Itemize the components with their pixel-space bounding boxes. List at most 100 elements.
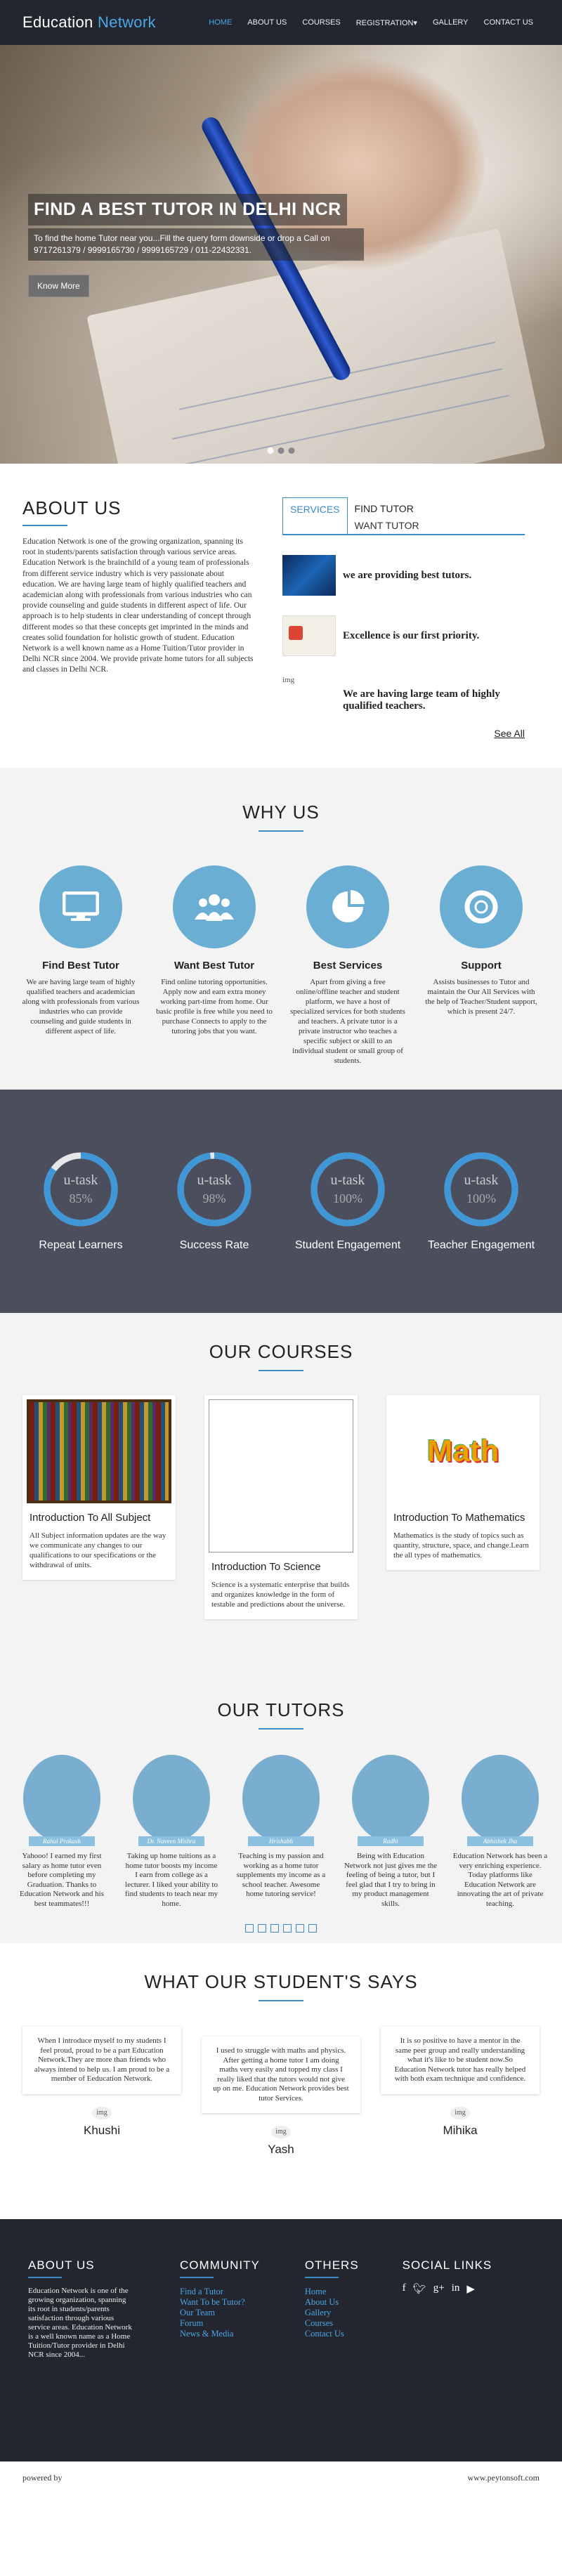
why-card-title: Best Services [313,960,383,972]
footer-underline [28,2277,62,2278]
ring-value: 98% [202,1191,226,1205]
why-card-title: Want Best Tutor [174,960,255,972]
tutor-name: Radhi [358,1836,424,1846]
carousel-dot[interactable] [267,447,274,454]
why-us-section: WHY US Find Best Tutor We are having lar… [0,768,562,1090]
tutor-quote: Being with Education Network not just gi… [344,1852,438,1908]
tab-group-right: FIND TUTOR WANT TUTOR [348,497,426,534]
why-card-text: Apart from giving a free online/offline … [290,978,405,1065]
youtube-icon[interactable]: ▶ [466,2282,475,2296]
pager-dot[interactable] [308,1924,317,1933]
nav-courses[interactable]: COURSES [296,13,346,33]
tutor-name: Abhishek Jha [467,1836,533,1846]
stat-label: Repeat Learners [39,1239,123,1251]
hero-text: To find the home Tutor near you...Fill t… [28,228,364,261]
tab-find-tutor[interactable]: FIND TUTOR [348,497,426,520]
nav-home[interactable]: HOME [202,13,238,33]
broken-image [209,1399,353,1552]
ring-value: 100% [466,1191,496,1205]
avatar: Hrishabh [242,1755,320,1846]
nav-contact-us[interactable]: CONTACT US [478,13,540,33]
nav-gallery[interactable]: GALLERY [426,13,475,33]
tab-services[interactable]: SERVICES [282,497,348,534]
stat-label: Success Rate [179,1239,249,1251]
social-icons: f 🐦︎ g+ in ▶ [403,2282,492,2296]
hero-title: FIND A BEST TUTOR IN DELHI NCR [28,194,347,225]
powered-by-text: powered by [22,2472,63,2483]
student-photo-placeholder: img [92,2106,112,2119]
service-item: we are providing best tutors. [282,555,525,596]
carousel-dot[interactable] [288,447,295,454]
stat-label: Teacher Engagement [427,1239,535,1251]
tutor-name: Dr. Naveen Mishra [138,1836,204,1846]
avatar: Dr. Naveen Mishra [133,1755,210,1846]
course-title: Introduction To All Subject [30,1512,151,1524]
student-photo-placeholder: img [450,2106,470,2119]
student-name: Yash [268,2143,294,2156]
why-card-title: Support [461,960,502,972]
nav-registration[interactable]: REGISTRATION▾ [350,13,424,33]
pager-dot[interactable] [270,1924,279,1933]
brand-logo[interactable]: Education Network [22,13,156,32]
course-title: Introduction To Science [211,1561,321,1573]
courses-grid: Introduction To All Subject All Subject … [22,1395,540,1619]
footer-link[interactable]: Our Team [180,2308,260,2318]
tutors-section: OUR TUTORS Rahul Prakash Yahooo! I earne… [0,1699,562,1943]
why-card: Find Best Tutor We are having large team… [22,865,140,1066]
why-card: Want Best Tutor Find online tutoring opp… [155,865,273,1066]
site-link[interactable]: www.peytonsoft.com [467,2473,540,2483]
linkedin-icon[interactable]: in [452,2282,460,2296]
twitter-icon[interactable]: 🐦︎ [413,2282,426,2296]
course-card[interactable]: Math Introduction To Mathematics Mathema… [386,1395,540,1570]
ring-unit: u-task [464,1172,499,1188]
course-card[interactable]: Introduction To All Subject All Subject … [22,1395,176,1580]
nav-about-us[interactable]: ABOUT US [241,13,293,33]
courses-section: OUR COURSES Introduction To All Subject … [0,1313,562,1699]
tutors-grid: Rahul Prakash Yahooo! I earned my first … [14,1755,548,1909]
tab-want-tutor[interactable]: WANT TUTOR [348,520,426,534]
footer-link[interactable]: Gallery [305,2308,359,2318]
footer-link[interactable]: Find a Tutor [180,2287,260,2297]
course-text: All Subject information updates are the … [30,1531,166,1569]
title-underline [259,2000,303,2001]
see-all-link[interactable]: See All [282,728,525,739]
brand-name-a: Education [22,13,93,31]
course-card[interactable]: Introduction To Science Science is a sys… [204,1395,358,1619]
tutors-title: OUR TUTORS [217,1699,345,1720]
why-card: Best Services Apart from giving a free o… [289,865,407,1066]
tutor-quote: Taking up home tuitions as a home tutor … [124,1852,218,1908]
footer-link[interactable]: Home [305,2287,359,2297]
about-tabs: SERVICES FIND TUTOR WANT TUTOR [282,497,525,535]
footer-link[interactable]: News & Media [180,2329,260,2339]
google-plus-icon[interactable]: g+ [433,2282,445,2296]
footer: ABOUT US Education Network is one of the… [0,2219,562,2461]
footer-link[interactable]: Forum [180,2318,260,2329]
tutor-quote: Teaching is my passion and working as a … [236,1852,326,1898]
footer-link[interactable]: About Us [305,2297,359,2308]
facebook-icon[interactable]: f [403,2282,406,2296]
why-us-grid: Find Best Tutor We are having large team… [14,865,548,1066]
pager-dot[interactable] [245,1924,254,1933]
pager-dot[interactable] [258,1924,266,1933]
progress-ring: u-task 98% [176,1151,253,1228]
know-more-button[interactable]: Know More [28,275,89,297]
why-card: Support Assists businesses to Tutor and … [422,865,540,1066]
footer-link[interactable]: Courses [305,2318,359,2329]
tutor-card: Dr. Naveen Mishra Taking up home tuition… [124,1755,219,1909]
carousel-dot[interactable] [277,447,285,454]
testimonials-section: WHAT OUR STUDENT'S SAYS When I introduce… [0,1943,562,2219]
about-section: ABOUT US Education Network is one of the… [0,464,562,768]
footer-link[interactable]: Want To be Tutor? [180,2297,260,2308]
footer-others: OTHERS Home About Us Gallery Courses Con… [304,2258,359,2461]
pager-dot[interactable] [296,1924,304,1933]
service-text: We are having large team of highly quali… [343,688,500,712]
title-underline [22,525,67,526]
pager-dot[interactable] [283,1924,292,1933]
tutor-card: Hrishabh Teaching is my passion and work… [233,1755,329,1909]
footer-link[interactable]: Contact Us [305,2329,359,2339]
course-text: Science is a systematic enterprise that … [211,1581,350,1609]
testimonial-card: I used to struggle with maths and physic… [202,2036,360,2157]
footer-about-title: ABOUT US [28,2258,95,2272]
course-text: Mathematics is the study of topics such … [393,1531,529,1560]
ring-unit: u-task [63,1172,98,1188]
